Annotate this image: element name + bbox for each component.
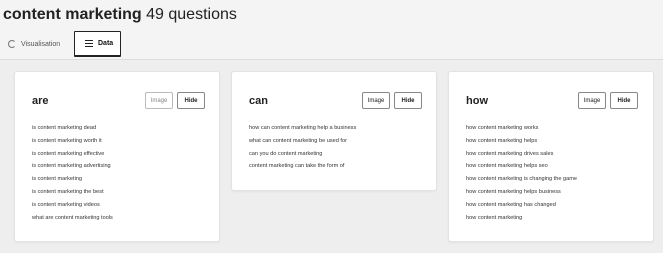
circle-icon <box>8 40 16 48</box>
question-item: is content marketing worth it <box>32 137 102 144</box>
question-item: is content marketing advertising <box>32 163 111 170</box>
question-item: how content marketing helps <box>466 137 538 144</box>
image-button[interactable]: Image <box>362 92 390 109</box>
question-item: is content marketing dead <box>32 125 97 131</box>
card-title: can <box>249 95 268 107</box>
keyword-label: content marketing <box>3 6 142 23</box>
question-item: how content marketing works <box>466 125 539 131</box>
question-item: how can content marketing help a busines… <box>249 125 357 131</box>
tab-visualisation[interactable]: Visualisation <box>8 31 70 57</box>
tab-data-label: Data <box>98 40 114 47</box>
question-list: is content marketing dead is content mar… <box>32 122 113 224</box>
question-item: is content marketing effective <box>32 150 105 157</box>
image-button[interactable]: Image <box>145 92 173 109</box>
question-card-are: are Image Hide is content marketing dead… <box>14 71 220 242</box>
question-list: how content marketing works how content … <box>466 122 577 224</box>
tab-data[interactable]: Data <box>74 31 121 57</box>
list-icon <box>85 40 93 47</box>
hide-button[interactable]: Hide <box>610 92 638 109</box>
hide-button[interactable]: Hide <box>394 92 422 109</box>
question-item: what are content marketing tools <box>32 214 113 221</box>
data-panel: are Image Hide is content marketing dead… <box>0 59 663 253</box>
question-item: is content marketing the best <box>32 188 104 195</box>
question-item: content marketing can take the form of <box>249 163 345 170</box>
question-item: can you do content marketing <box>249 150 323 157</box>
image-button[interactable]: Image <box>578 92 606 109</box>
question-item: how content marketing helps seo <box>466 163 548 170</box>
question-count: 49 questions <box>141 6 237 23</box>
question-item: is content marketing videos <box>32 201 100 208</box>
question-item: how content marketing helps business <box>466 188 561 195</box>
card-title: how <box>466 95 488 107</box>
question-card-how: how Image Hide how content marketing wor… <box>448 71 654 242</box>
card-title: are <box>32 95 49 107</box>
question-list: how can content marketing help a busines… <box>249 122 356 173</box>
question-item: how content marketing <box>466 214 523 221</box>
question-item: is content marketing <box>32 176 83 183</box>
question-item: how content marketing drives sales <box>466 150 554 157</box>
question-item: how content marketing has changed <box>466 201 556 208</box>
question-item: what can content marketing be used for <box>249 137 347 144</box>
page-title: content marketing 49 questions <box>3 5 237 25</box>
question-item: how content marketing is changing the ga… <box>466 176 578 183</box>
tab-visualisation-label: Visualisation <box>21 40 61 48</box>
hide-button[interactable]: Hide <box>177 92 205 109</box>
page-header: content marketing 49 questions <box>0 0 663 31</box>
question-card-can: can Image Hide how can content marketing… <box>231 71 437 191</box>
